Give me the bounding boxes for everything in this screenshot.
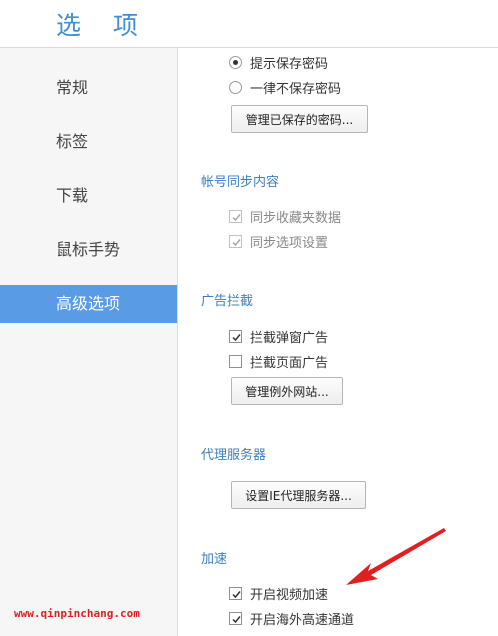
- accel-section-title: 加速: [201, 552, 228, 567]
- manage-saved-passwords-button[interactable]: 管理已保存的密码...: [231, 105, 368, 133]
- block-popup-ads-checkbox[interactable]: [229, 329, 242, 343]
- sidebar-item-mouse-gesture[interactable]: 鼠标手势: [0, 231, 177, 269]
- block-popup-ads-label: 拦截弹窗广告: [250, 330, 329, 346]
- video-accel-checkbox[interactable]: [229, 586, 242, 600]
- block-page-ads-checkbox[interactable]: [229, 354, 242, 368]
- page-title: 选 项: [56, 11, 150, 40]
- settings-content: 提示保存密码 一律不保存密码 管理已保存的密码... 帐号同步内容 同步收藏夹数…: [179, 48, 498, 636]
- video-accel-option[interactable]: 开启视频加速: [229, 584, 329, 603]
- never-save-password-option[interactable]: 一律不保存密码: [229, 78, 342, 97]
- check-icon: [232, 238, 241, 246]
- check-icon: [232, 213, 241, 221]
- sidebar-item-download[interactable]: 下载: [0, 177, 177, 215]
- sidebar-item-advanced[interactable]: 高级选项: [0, 285, 177, 323]
- sync-options-option[interactable]: 同步选项设置: [229, 232, 329, 251]
- never-save-password-label: 一律不保存密码: [250, 81, 342, 97]
- sidebar-item-general[interactable]: 常规: [0, 69, 177, 107]
- proxy-section-title: 代理服务器: [201, 448, 267, 463]
- overseas-channel-option[interactable]: 开启海外高速通道: [229, 609, 355, 628]
- sync-options-label: 同步选项设置: [250, 235, 329, 251]
- sidebar-item-tabs[interactable]: 标签: [0, 123, 177, 161]
- watermark: www.qinpinchang.com: [14, 607, 140, 620]
- video-accel-label: 开启视频加速: [250, 587, 329, 603]
- sidebar: 常规 标签 下载 鼠标手势 高级选项: [0, 48, 178, 636]
- window-header: 选 项: [0, 0, 498, 48]
- overseas-channel-checkbox[interactable]: [229, 611, 242, 625]
- sync-favorites-checkbox[interactable]: [229, 209, 242, 223]
- block-page-ads-label: 拦截页面广告: [250, 355, 329, 371]
- check-icon: [232, 333, 241, 341]
- sync-favorites-option[interactable]: 同步收藏夹数据: [229, 207, 342, 226]
- adblock-section-title: 广告拦截: [201, 294, 254, 309]
- never-save-password-radio[interactable]: [229, 80, 242, 94]
- manage-exception-sites-button[interactable]: 管理例外网站...: [231, 377, 343, 405]
- prompt-save-password-radio[interactable]: [229, 55, 242, 69]
- sync-favorites-label: 同步收藏夹数据: [250, 210, 342, 226]
- overseas-channel-label: 开启海外高速通道: [250, 612, 355, 628]
- sync-options-checkbox[interactable]: [229, 234, 242, 248]
- sync-section-title: 帐号同步内容: [201, 175, 280, 190]
- block-page-ads-option[interactable]: 拦截页面广告: [229, 352, 329, 371]
- annotation-arrow-icon: [346, 528, 446, 585]
- prompt-save-password-option[interactable]: 提示保存密码: [229, 53, 329, 72]
- prompt-save-password-label: 提示保存密码: [250, 56, 329, 72]
- check-icon: [232, 590, 241, 598]
- check-icon: [232, 615, 241, 623]
- block-popup-ads-option[interactable]: 拦截弹窗广告: [229, 327, 329, 346]
- set-ie-proxy-button[interactable]: 设置IE代理服务器...: [231, 481, 366, 509]
